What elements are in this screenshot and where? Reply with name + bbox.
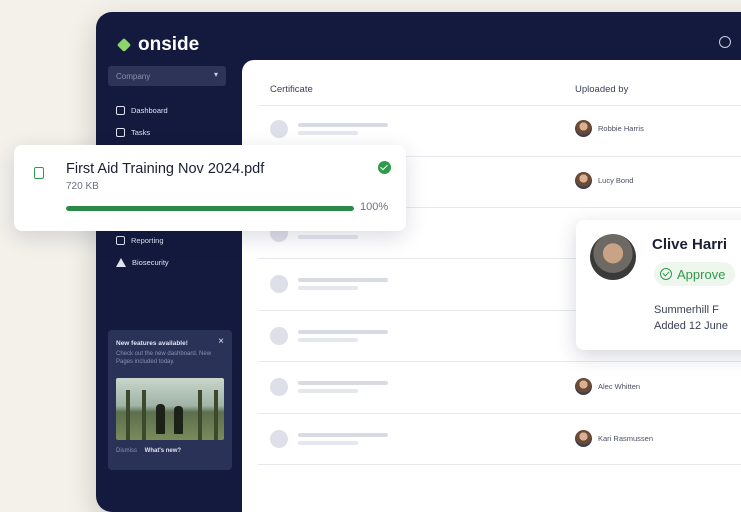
profile-farm: Summerhill F [654,304,719,316]
profile-card[interactable]: Clive Harri Approve Summerhill F Added 1… [576,220,741,350]
file-size: 720 KB [66,181,99,192]
company-select-value: Company [116,71,151,81]
promo-image [116,378,224,440]
promo-card: New features available! × Check out the … [108,330,232,470]
file-name: First Aid Training Nov 2024.pdf [66,161,265,177]
sidebar-item-label: Reporting [131,236,164,245]
brand-name: onside [138,34,200,55]
chevron-down-icon: ▾ [213,70,218,79]
upload-toast: First Aid Training Nov 2024.pdf 720 KB 1… [14,145,406,231]
sidebar-item-label: Tasks [131,128,151,137]
status-badge: Approve [654,262,736,286]
promo-footer: Dismiss What's new? [116,448,181,454]
uploader-name: Robbie Harris [598,124,644,133]
report-icon [116,236,125,245]
avatar [590,234,636,280]
file-icon [34,167,44,179]
check-circle-icon [660,268,672,280]
progress-fill [66,206,354,211]
uploader-name: Lucy Bond [598,176,634,185]
profile-name: Clive Harri [652,236,728,253]
sidebar-item-label: Biosecurity [132,258,169,267]
avatar [575,120,592,137]
logo-icon [118,38,132,52]
avatar [575,430,592,447]
avatar [575,378,592,395]
help-icon[interactable] [719,36,731,48]
sidebar-item-reporting[interactable]: Reporting [116,236,164,245]
sidebar-item-dashboard[interactable]: Dashboard [116,106,168,115]
checklist-icon [116,128,125,137]
status-label: Approve [677,266,726,282]
column-header-certificate[interactable]: Certificate [270,84,313,95]
progress-percent: 100% [360,201,389,213]
sidebar-item-label: Dashboard [131,106,168,115]
close-icon[interactable]: × [218,336,224,347]
progress-bar [66,206,354,211]
check-icon [378,161,391,174]
sidebar: Company ▾ Dashboard Tasks Reporting Bios… [96,62,236,512]
company-select[interactable]: Company ▾ [108,66,226,86]
promo-title: New features available! [116,340,188,347]
grid-icon [116,106,125,115]
sidebar-item-tasks[interactable]: Tasks [116,128,150,137]
whats-new-link[interactable]: What's new? [145,448,181,454]
uploader-name: Alec Whitten [598,382,641,391]
uploader-name: Kari Rasmussen [598,434,654,443]
sidebar-item-biosecurity[interactable]: Biosecurity [116,258,169,267]
avatar [575,172,592,189]
profile-added-date: Added 12 June [654,320,729,332]
logo[interactable]: onside [118,34,199,56]
column-header-uploaded-by[interactable]: Uploaded by [575,84,628,95]
dismiss-link[interactable]: Dismiss [116,448,137,454]
promo-body: Check out the new dashboard. New Pages i… [116,351,212,365]
warning-icon [116,258,126,267]
